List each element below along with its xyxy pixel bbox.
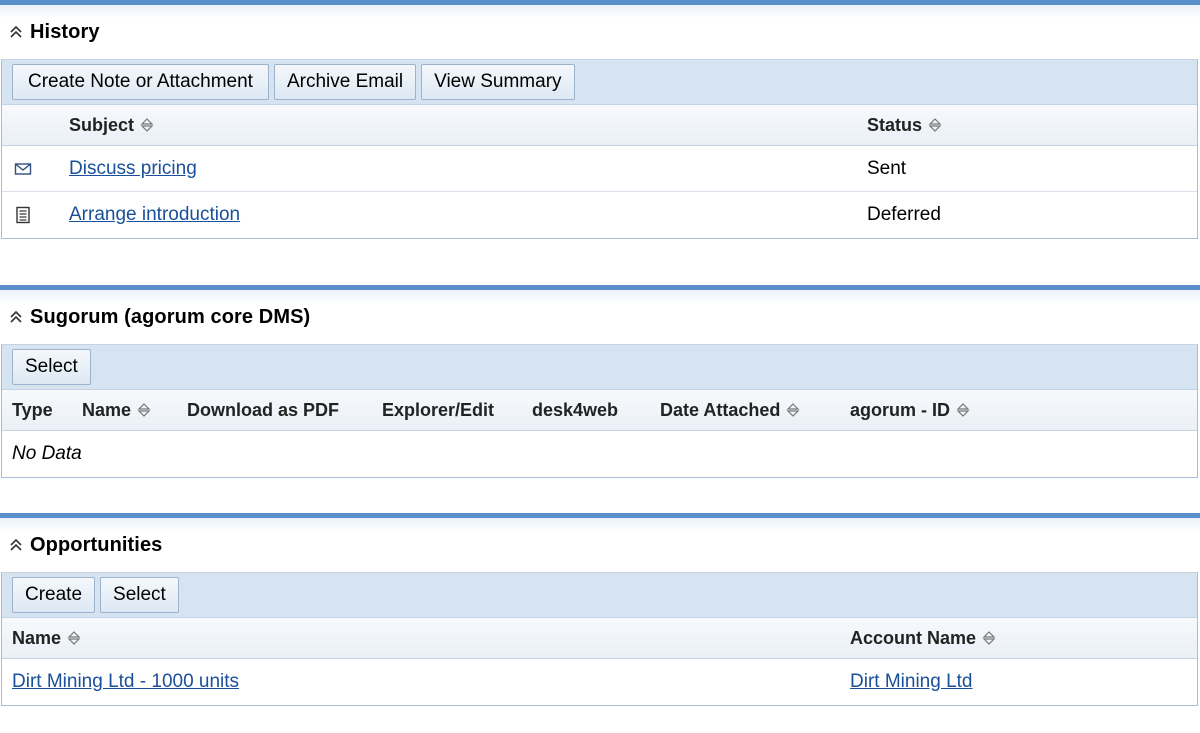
sugorum-toolbar: Select [2, 345, 1197, 389]
empty-row: No Data [2, 431, 1197, 477]
collapse-icon[interactable] [8, 537, 24, 553]
agorum-id-column-header[interactable]: agorum - ID [850, 390, 970, 430]
sort-icon[interactable] [786, 402, 800, 418]
sugorum-title: Sugorum (agorum core DMS) [30, 305, 311, 328]
subject-link[interactable]: Arrange introduction [69, 204, 240, 226]
explorer-edit-column-label: Explorer/Edit [382, 399, 495, 420]
sugorum-header-row: Type Name Download as PDF Explorer/Edit … [2, 389, 1197, 431]
explorer-edit-column-header: Explorer/Edit [382, 390, 494, 430]
sugorum-table: Select Type Name Download as PDF Explore… [1, 344, 1198, 478]
history-toolbar: Create Note or Attachment Archive Email … [2, 60, 1197, 104]
no-data-text: No Data [12, 443, 82, 464]
select-button[interactable]: Select [100, 577, 179, 613]
create-button[interactable]: Create [12, 577, 96, 613]
download-pdf-column-header: Download as PDF [187, 390, 339, 430]
opportunities-header[interactable]: Opportunities [0, 518, 1200, 572]
opportunities-panel: Opportunities Create Select Name Account… [0, 513, 1200, 706]
sort-icon[interactable] [982, 630, 996, 646]
desk4web-column-label: desk4web [532, 399, 619, 420]
account-name-column-header[interactable]: Account Name [850, 618, 996, 658]
collapse-icon[interactable] [8, 24, 24, 40]
type-column-header: Type [12, 390, 53, 430]
opportunity-name-link[interactable]: Dirt Mining Ltd - 1000 units [12, 671, 239, 693]
table-row: Discuss pricing Sent [2, 146, 1197, 192]
select-button[interactable]: Select [12, 349, 91, 385]
sort-icon[interactable] [956, 402, 970, 418]
sort-icon[interactable] [928, 117, 942, 133]
history-table: Create Note or Attachment Archive Email … [1, 59, 1198, 239]
download-pdf-column-label: Download as PDF [187, 399, 340, 420]
desk4web-column-header: desk4web [532, 390, 618, 430]
agorum-id-column-label: agorum - ID [850, 399, 951, 420]
opportunities-header-row: Name Account Name [2, 617, 1197, 659]
name-column-label: Name [82, 399, 132, 420]
opportunities-table: Create Select Name Account Name Dirt Min… [1, 572, 1198, 706]
table-row: Dirt Mining Ltd - 1000 units Dirt Mining… [2, 659, 1197, 705]
status-value: Deferred [867, 204, 941, 225]
history-panel: History Create Note or Attachment Archiv… [0, 0, 1200, 239]
sugorum-header[interactable]: Sugorum (agorum core DMS) [0, 290, 1200, 344]
history-title: History [30, 20, 100, 43]
view-summary-button[interactable]: View Summary [421, 64, 575, 100]
subject-column-header[interactable]: Subject [69, 105, 154, 145]
name-column-header[interactable]: Name [82, 390, 151, 430]
status-value: Sent [867, 157, 907, 179]
note-icon [16, 206, 30, 224]
date-attached-column-header[interactable]: Date Attached [660, 390, 800, 430]
subject-link[interactable]: Discuss pricing [69, 158, 197, 180]
sugorum-panel: Sugorum (agorum core DMS) Select Type Na… [0, 285, 1200, 478]
name-column-header[interactable]: Name [12, 618, 81, 658]
sort-icon[interactable] [137, 402, 151, 418]
type-column-label: Type [12, 399, 53, 420]
date-attached-column-label: Date Attached [660, 399, 781, 420]
archive-email-button[interactable]: Archive Email [273, 64, 417, 100]
history-header[interactable]: History [0, 5, 1200, 59]
opportunities-title: Opportunities [30, 533, 163, 556]
opportunities-toolbar: Create Select [2, 573, 1197, 617]
status-column-label: Status [867, 114, 923, 135]
name-column-label: Name [12, 627, 62, 648]
account-name-column-label: Account Name [850, 627, 977, 648]
email-icon [14, 162, 32, 175]
subject-column-label: Subject [69, 114, 135, 135]
status-column-header[interactable]: Status [867, 105, 942, 145]
sort-icon[interactable] [140, 117, 154, 133]
create-note-button[interactable]: Create Note or Attachment [12, 64, 269, 100]
table-row: Arrange introduction Deferred [2, 192, 1197, 238]
collapse-icon[interactable] [8, 309, 24, 325]
account-name-link[interactable]: Dirt Mining Ltd [850, 671, 973, 693]
history-header-row: Subject Status [2, 104, 1197, 146]
sort-icon[interactable] [67, 630, 81, 646]
